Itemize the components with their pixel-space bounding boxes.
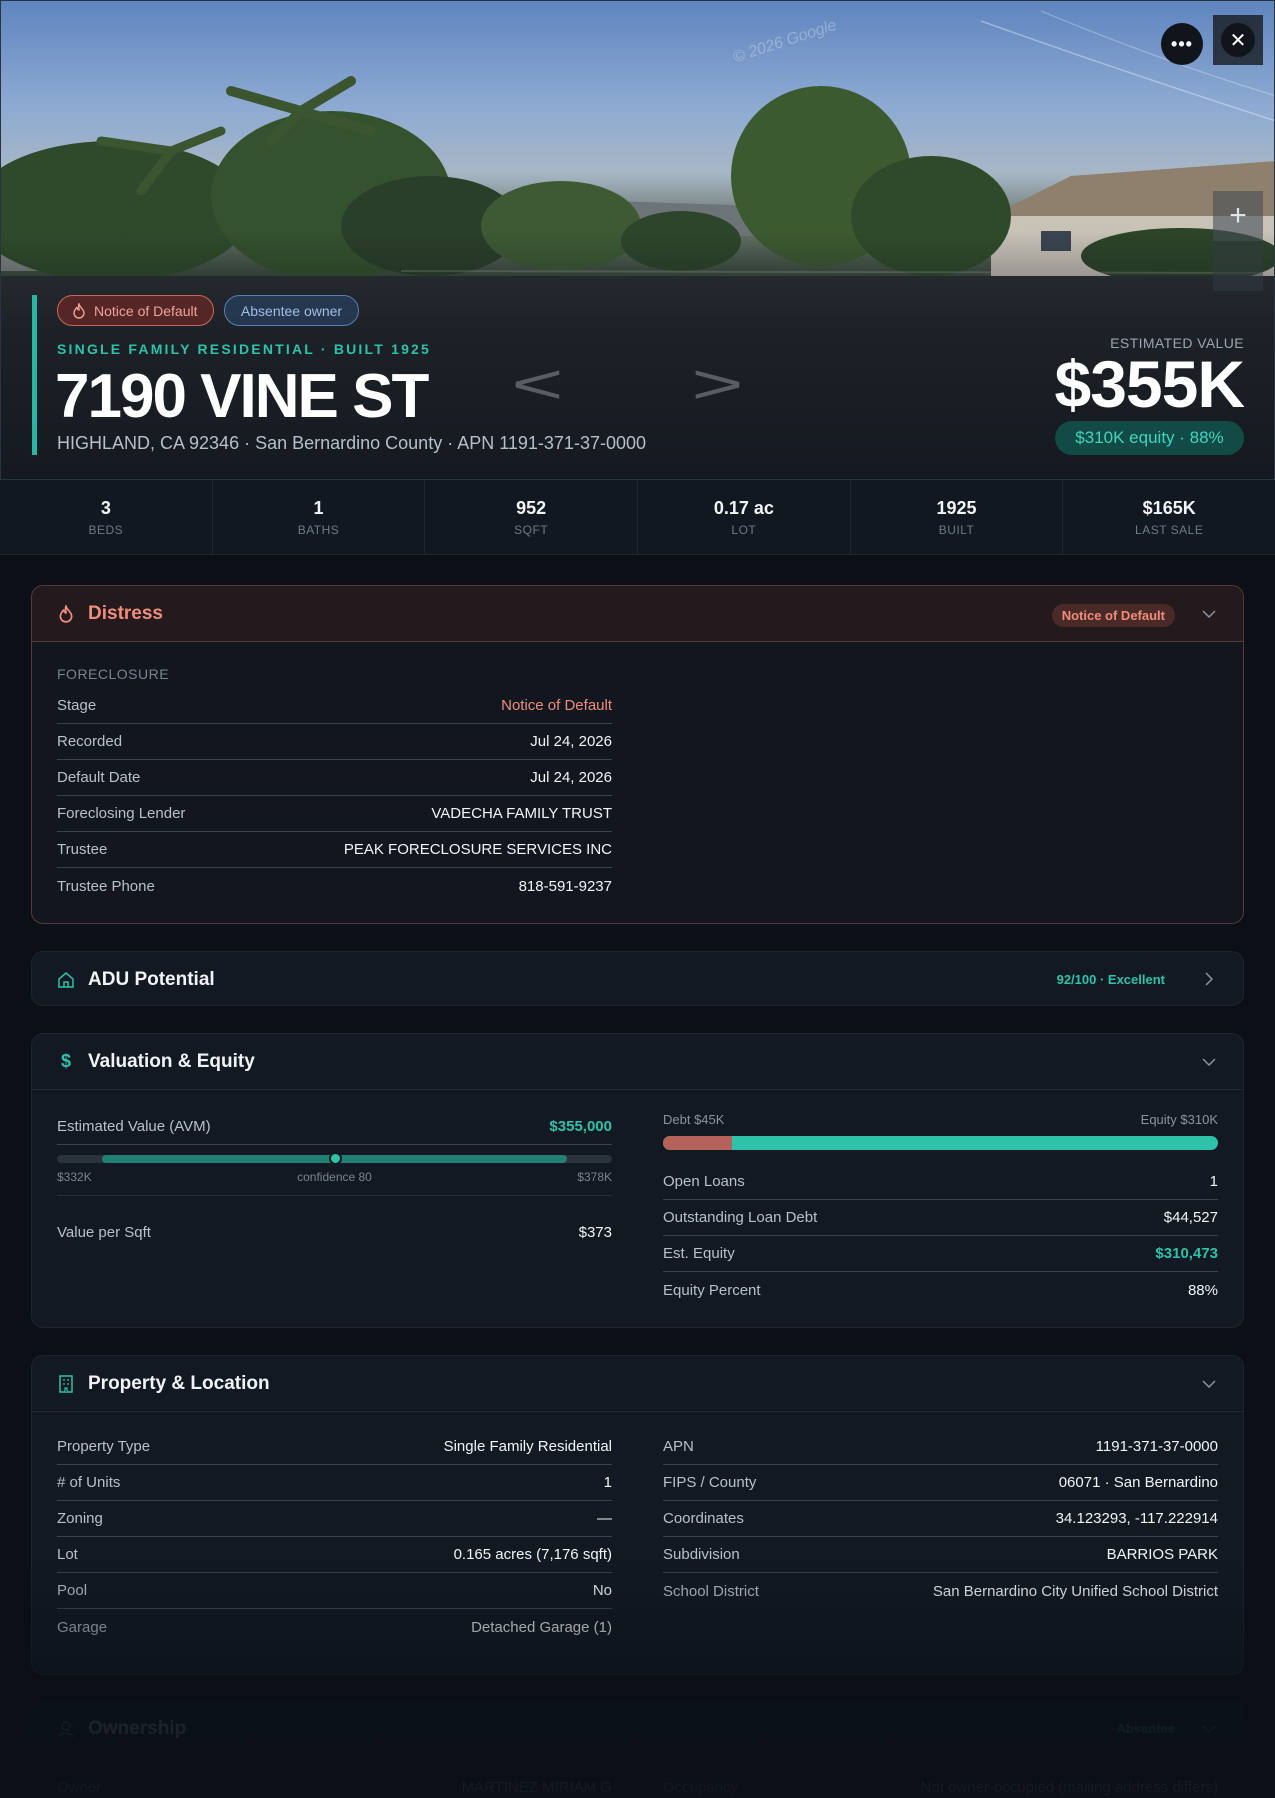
flame-icon (56, 604, 76, 624)
adu-title: ADU Potential (88, 968, 215, 990)
ownership-badge: Absentee (1116, 1721, 1175, 1736)
debt-equity-bar (663, 1136, 1218, 1150)
avm-confidence-range (57, 1152, 612, 1165)
stat-beds: 3 BEDS (0, 480, 213, 554)
flame-icon (73, 302, 85, 319)
foreclosure-label: FORECLOSURE (57, 666, 170, 682)
distress-row-stage: Stage Notice of Default (57, 688, 612, 724)
absentee-owner-chip: Absentee owner (224, 295, 359, 326)
distress-row-recorded: Recorded Jul 24, 2026 (57, 724, 612, 760)
ownership-header[interactable]: Ownership Absentee (32, 1701, 1243, 1757)
ownership-title: Ownership (88, 1718, 187, 1739)
lot-row: Lot 0.165 acres (7,176 sqft) (57, 1537, 612, 1573)
ownership-section: Ownership Absentee Owner MARTINEZ MIRIAM … (31, 1700, 1244, 1798)
home-icon (56, 970, 76, 990)
estimated-value: $355K (1054, 347, 1245, 421)
open-loans-row: Open Loans 1 (663, 1164, 1218, 1200)
pool-row: Pool No (57, 1573, 612, 1609)
distress-section: Distress Notice of Default FORECLOSURE S… (31, 585, 1244, 924)
subdivision-row: Subdivision BARRIOS PARK (663, 1537, 1218, 1573)
distress-title: Distress (88, 602, 163, 624)
apn-row: APN 1191-371-37-0000 (663, 1429, 1218, 1465)
value-per-sqft-row: Value per Sqft $373 (57, 1223, 612, 1241)
distress-row-lender: Foreclosing Lender VADECHA FAMILY TRUST (57, 796, 612, 832)
building-icon (56, 1374, 76, 1394)
street-view-back-arrow[interactable]: < (511, 351, 563, 416)
property-header[interactable]: Property & Location (32, 1356, 1243, 1412)
close-button[interactable]: ✕ (1213, 15, 1263, 65)
property-subaddress: HIGHLAND, CA 92346 · San Bernardino Coun… (57, 433, 646, 453)
chevron-down-icon[interactable] (1199, 1052, 1219, 1072)
chevron-right-icon[interactable] (1199, 969, 1219, 989)
property-location-section: Property & Location Property Type Single … (31, 1355, 1244, 1675)
debt-segment (663, 1136, 733, 1150)
garage-row: Garage Detached Garage (1) (57, 1618, 612, 1636)
avm-marker (328, 1152, 342, 1165)
equity-label: Equity $310K (1140, 1112, 1218, 1127)
street-view-hero: © 2026 Google ••• ✕ + < > Notice of Defa… (0, 0, 1275, 480)
distress-row-trustee-phone: Trustee Phone 818-591-9237 (57, 877, 612, 895)
school-district-row: School District San Bernardino City Unifi… (663, 1582, 1218, 1600)
zoom-in-button[interactable]: + (1213, 191, 1263, 241)
owner-row: Owner MARTINEZ MIRIAM G (57, 1778, 612, 1796)
distress-badge: Notice of Default (1051, 604, 1175, 627)
avm-row: Estimated Value (AVM) $355,000 (57, 1109, 612, 1145)
property-stats-bar: 3 BEDS 1 BATHS 952 SQFT 0.17 ac LOT 1925 BUIL… (0, 480, 1275, 555)
zoning-row: Zoning — (57, 1501, 612, 1537)
adu-potential-section[interactable]: ADU Potential 92/100 · Excellent (31, 951, 1244, 1006)
more-icon: ••• (1171, 33, 1193, 54)
equity-percent-row: Equity Percent 88% (663, 1281, 1218, 1299)
valuation-header[interactable]: $ Valuation & Equity (32, 1034, 1243, 1090)
equity-pill: $310K equity · 88% (1055, 421, 1244, 455)
chevron-down-icon[interactable] (1199, 1374, 1219, 1394)
est-equity-row: Est. Equity $310,473 (663, 1236, 1218, 1272)
notice-of-default-chip: Notice of Default (57, 295, 214, 326)
units-row: # of Units 1 (57, 1465, 612, 1501)
plus-icon: + (1229, 199, 1247, 232)
chevron-down-icon[interactable] (1199, 1719, 1219, 1739)
distress-header[interactable]: Distress Notice of Default (32, 586, 1243, 642)
zoom-out-button[interactable] (1213, 241, 1263, 291)
street-view-forward-arrow[interactable]: > (691, 351, 743, 416)
adu-score-badge: 92/100 · Excellent (1056, 972, 1165, 987)
stat-lot: 0.17 ac LOT (638, 480, 851, 554)
property-address: 7190 VINE ST (55, 362, 429, 431)
occupancy-row: Occupancy Not owner-occupied (mailing add… (663, 1778, 1218, 1796)
stat-last-sale: $165K LAST SALE (1135, 497, 1204, 537)
accent-bar (32, 295, 37, 455)
chevron-down-icon[interactable] (1199, 604, 1219, 624)
coordinates-row: Coordinates 34.123293, -117.222914 (663, 1501, 1218, 1537)
stat-baths: 1 BATHS (213, 480, 426, 554)
property-kicker: SINGLE FAMILY RESIDENTIAL · BUILT 1925 (57, 341, 432, 357)
stat-built: 1925 BUILT (851, 480, 1064, 554)
fips-county-row: FIPS / County 06071 · San Bernardino (663, 1465, 1218, 1501)
property-type-row: Property Type Single Family Residential (57, 1429, 612, 1465)
distress-row-default-date: Default Date Jul 24, 2026 (57, 760, 612, 796)
dollar-icon: $ (60, 1051, 71, 1071)
stat-sqft: 952 SQFT (425, 480, 639, 554)
distress-row-trustee: Trustee PEAK FORECLOSURE SERVICES INC (57, 832, 612, 868)
more-options-button[interactable]: ••• (1161, 23, 1203, 65)
avm-range-high: $378K (577, 1170, 612, 1184)
loan-debt-row: Outstanding Loan Debt $44,527 (663, 1200, 1218, 1236)
valuation-equity-section: $ Valuation & Equity Estimated Value (AV… (31, 1033, 1244, 1328)
adu-header[interactable]: ADU Potential 92/100 · Excellent (32, 952, 1243, 1007)
valuation-title: Valuation & Equity (88, 1050, 255, 1072)
property-title: Property & Location (88, 1372, 270, 1394)
close-icon: ✕ (1221, 23, 1255, 57)
user-icon (56, 1719, 76, 1739)
